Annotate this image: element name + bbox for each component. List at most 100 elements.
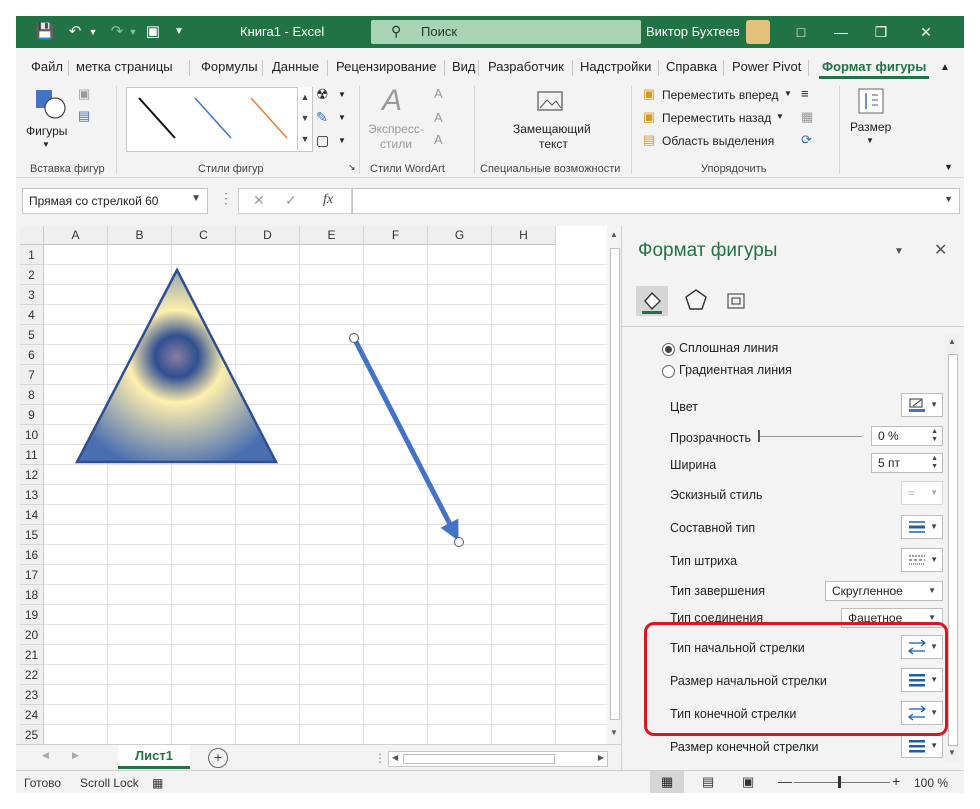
- shape-fill-icon[interactable]: ☢: [316, 86, 329, 103]
- bring-forward-icon[interactable]: ▣: [643, 86, 655, 102]
- color-picker-button[interactable]: ▼: [901, 393, 943, 417]
- express-styles-label-1[interactable]: Экспресс-: [368, 122, 424, 136]
- text-fill-icon[interactable]: A: [434, 86, 443, 101]
- redo-dropdown-icon[interactable]: ▼: [122, 22, 144, 42]
- chevron-down-icon[interactable]: ▼: [338, 136, 346, 145]
- avatar[interactable]: [746, 20, 770, 44]
- gradient-line-radio[interactable]: [662, 365, 675, 378]
- selection-pane-icon[interactable]: ▤: [643, 132, 655, 148]
- cancel-icon[interactable]: ✕: [253, 192, 265, 209]
- bring-forward-label[interactable]: Переместить вперед: [662, 88, 778, 102]
- undo-dropdown-icon[interactable]: ▼: [82, 22, 104, 42]
- tab-addins[interactable]: Надстройки: [580, 59, 651, 74]
- normal-view-button[interactable]: ▦: [650, 771, 684, 793]
- solid-line-radio[interactable]: [662, 343, 675, 356]
- next-sheet-icon[interactable]: ▶: [72, 750, 79, 761]
- spin-down-icon[interactable]: ▼: [931, 463, 938, 470]
- zoom-level[interactable]: 100 %: [914, 776, 948, 790]
- save-icon[interactable]: 💾: [34, 22, 56, 42]
- text-box-icon[interactable]: ▤: [78, 108, 90, 124]
- hscroll-thumb[interactable]: [403, 754, 555, 764]
- transparency-slider[interactable]: [758, 436, 862, 437]
- sheet-shapes[interactable]: [20, 226, 607, 744]
- drag-handle-icon[interactable]: ⋮: [219, 190, 233, 207]
- triangle-shape[interactable]: [74, 267, 279, 464]
- tab-page-layout[interactable]: метка страницы: [76, 59, 173, 74]
- shape-effects-icon[interactable]: ▢: [316, 132, 329, 149]
- spreadsheet-grid[interactable]: A B C D E F G H 1 2 3 4 5 6 7 8 9 10 11 12 13 14 15 16 17 18 19 20 2…: [20, 226, 607, 744]
- scroll-up-icon[interactable]: ▲: [610, 230, 618, 239]
- shape-outline-icon[interactable]: ✎: [316, 109, 328, 126]
- gradient-line-label[interactable]: Градиентная линия: [679, 363, 792, 377]
- selected-arrow-line[interactable]: [351, 336, 459, 541]
- alt-text-label-1[interactable]: Замещающий: [513, 122, 591, 136]
- fill-line-tab[interactable]: [636, 286, 668, 316]
- scroll-thumb[interactable]: [610, 248, 620, 720]
- ribbon-collapse-icon[interactable]: ▼: [944, 162, 953, 172]
- text-effects-icon[interactable]: A: [434, 132, 443, 147]
- zoom-in-icon[interactable]: +: [892, 773, 900, 789]
- pane-close-icon[interactable]: ✕: [934, 240, 947, 260]
- ribbon-display-icon[interactable]: □: [786, 20, 816, 44]
- enter-icon[interactable]: ✓: [285, 192, 297, 209]
- scroll-down-icon[interactable]: ▼: [948, 748, 956, 757]
- chevron-down-icon[interactable]: ▼: [784, 89, 792, 98]
- vertical-scrollbar[interactable]: ▲ ▼: [607, 226, 621, 744]
- shape-styles-gallery[interactable]: [126, 87, 313, 152]
- dash-type-button[interactable]: ▼: [901, 548, 943, 572]
- gallery-down-icon[interactable]: ▼: [298, 108, 312, 129]
- alt-text-icon[interactable]: [536, 88, 566, 116]
- solid-line-label[interactable]: Сплошная линия: [679, 341, 778, 355]
- spin-up-icon[interactable]: ▲: [931, 455, 938, 462]
- cap-type-select[interactable]: Скругленное ▼: [825, 581, 943, 601]
- insert-function-icon[interactable]: fx: [323, 192, 333, 208]
- gallery-more-icon[interactable]: ▼: [298, 129, 312, 150]
- gallery-up-icon[interactable]: ▲: [298, 87, 312, 108]
- spin-down-icon[interactable]: ▼: [931, 436, 938, 443]
- tab-file[interactable]: Файл: [31, 59, 63, 74]
- align-icon[interactable]: ≡: [801, 86, 809, 101]
- tab-split-handle-icon[interactable]: ⋮: [374, 751, 386, 765]
- tab-view[interactable]: Вид: [452, 59, 476, 74]
- alt-text-label-2[interactable]: текст: [539, 137, 568, 151]
- zoom-slider-thumb[interactable]: [838, 776, 841, 788]
- size-button[interactable]: Размер ▼: [846, 86, 896, 156]
- scroll-down-icon[interactable]: ▼: [610, 728, 618, 737]
- add-sheet-icon[interactable]: +: [208, 748, 228, 768]
- close-icon[interactable]: ✕: [911, 20, 941, 44]
- spin-up-icon[interactable]: ▲: [931, 428, 938, 435]
- text-outline-icon[interactable]: A: [434, 110, 443, 125]
- wordart-a-icon[interactable]: A: [382, 84, 402, 118]
- tab-formulas[interactable]: Формулы: [201, 59, 258, 74]
- scroll-left-icon[interactable]: ◀: [392, 753, 398, 762]
- tab-developer[interactable]: Разработчик: [488, 59, 564, 74]
- end-handle[interactable]: [454, 537, 464, 547]
- accessibility-icon[interactable]: ▦: [152, 776, 163, 790]
- width-spinner[interactable]: 5 пт ▲ ▼: [871, 453, 943, 473]
- end-arrow-size-button[interactable]: ▼: [901, 734, 943, 758]
- selection-pane-label[interactable]: Область выделения: [662, 134, 774, 148]
- shapes-button[interactable]: Фигуры ▼: [24, 86, 76, 156]
- transparency-spinner[interactable]: 0 % ▲ ▼: [871, 426, 943, 446]
- chevron-down-icon[interactable]: ▼: [191, 193, 201, 204]
- dialog-launcher-icon[interactable]: ↘: [348, 162, 356, 173]
- pane-scroll-thumb[interactable]: [948, 354, 958, 746]
- tab-shape-format[interactable]: Формат фигуры: [822, 59, 926, 74]
- pane-options-icon[interactable]: ▼: [894, 246, 904, 257]
- rotate-icon[interactable]: ⟳: [801, 132, 812, 148]
- user-name[interactable]: Виктор Бухтеев: [646, 24, 740, 39]
- sheet-tab-active[interactable]: Лист1: [118, 745, 190, 769]
- send-backward-label[interactable]: Переместить назад: [662, 111, 771, 125]
- size-properties-tab-icon[interactable]: [724, 288, 748, 312]
- tab-power-pivot[interactable]: Power Pivot: [732, 59, 801, 74]
- chevron-down-icon[interactable]: ▼: [338, 113, 346, 122]
- collapse-ribbon-icon[interactable]: ▲: [940, 62, 950, 73]
- scroll-right-icon[interactable]: ▶: [598, 753, 604, 762]
- name-box[interactable]: Прямая со стрелкой 60 ▼: [22, 188, 208, 214]
- tab-data[interactable]: Данные: [272, 59, 319, 74]
- scroll-up-icon[interactable]: ▲: [948, 337, 956, 346]
- transparency-slider-thumb[interactable]: [758, 430, 760, 442]
- camera-icon[interactable]: ▣: [142, 22, 164, 42]
- chevron-down-icon[interactable]: ▼: [338, 90, 346, 99]
- group-icon[interactable]: ▦: [801, 109, 813, 125]
